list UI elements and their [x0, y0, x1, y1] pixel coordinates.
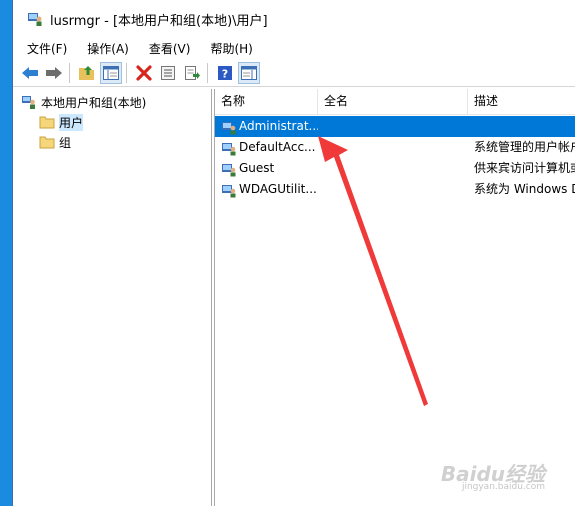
- column-header-description[interactable]: 描述: [468, 89, 575, 114]
- menu-file[interactable]: 文件(F): [25, 39, 69, 58]
- watermark-url: jingyan.baidu.com: [461, 482, 545, 492]
- user-account-icon: [222, 184, 236, 197]
- description-cell: 系统管理的用户帐户: [474, 140, 575, 154]
- delete-icon: [136, 64, 152, 81]
- toolbar: ?: [13, 59, 575, 87]
- tree-item-users-label: 用户: [59, 113, 84, 131]
- forward-button[interactable]: [43, 62, 65, 84]
- window-title: lusrmgr - [本地用户和组(本地)\用户]: [50, 13, 268, 29]
- list-header: 名称 全名 描述: [215, 89, 575, 115]
- user-row-wdagutilityaccount[interactable]: WDAGUtilit... 系统为 Windows Def: [215, 179, 575, 200]
- baidu-watermark: Baidu经验 jingyan.baidu.com: [425, 458, 545, 496]
- export-icon: [185, 65, 200, 80]
- user-name: Administrat...: [239, 119, 318, 133]
- description-cell: 系统为 Windows Def: [474, 182, 575, 196]
- name-cell: DefaultAcc...: [215, 137, 318, 158]
- svg-text:?: ?: [222, 67, 228, 80]
- folder-icon: [39, 116, 55, 129]
- show-action-pane-icon: [241, 65, 257, 80]
- column-header-name[interactable]: 名称: [215, 89, 318, 114]
- up-folder-icon: [79, 65, 94, 80]
- show-hide-action-pane-button[interactable]: [238, 61, 260, 84]
- user-account-icon: [222, 142, 236, 155]
- user-row-administrator[interactable]: Administrat...: [215, 116, 575, 137]
- local-users-groups-icon: [22, 96, 35, 109]
- toolbar-separator: [126, 62, 127, 83]
- menu-bar: 文件(F) 操作(A) 查看(V) 帮助(H): [13, 38, 575, 59]
- export-list-button[interactable]: [181, 62, 203, 84]
- name-cell: Administrat...: [215, 116, 318, 137]
- help-icon: ?: [218, 65, 232, 80]
- lusrmgr-window: lusrmgr - [本地用户和组(本地)\用户] 文件(F) 操作(A) 查看…: [12, 0, 575, 506]
- toolbar-separator: [69, 62, 70, 83]
- menu-action[interactable]: 操作(A): [85, 39, 131, 58]
- user-list-pane: 名称 全名 描述 Administrat... DefaultAcc... 系统…: [214, 89, 575, 506]
- name-cell: WDAGUtilit...: [215, 179, 318, 200]
- menu-help[interactable]: 帮助(H): [208, 39, 254, 58]
- tree-item-groups-label: 组: [59, 135, 72, 150]
- user-account-icon: [222, 163, 236, 176]
- user-name: DefaultAcc...: [239, 140, 316, 154]
- help-button[interactable]: ?: [214, 62, 236, 84]
- properties-button[interactable]: [157, 62, 179, 84]
- user-row-defaultaccount[interactable]: DefaultAcc... 系统管理的用户帐户: [215, 137, 575, 158]
- user-name: WDAGUtilit...: [239, 182, 317, 196]
- show-hide-tree-button[interactable]: [100, 61, 122, 84]
- fullname-cell: [324, 158, 468, 179]
- show-tree-icon: [103, 65, 119, 80]
- user-account-icon: [222, 121, 236, 134]
- lusrmgr-app-icon: [28, 13, 42, 26]
- folder-icon: [39, 136, 55, 149]
- tree-item-users[interactable]: 用户: [39, 112, 84, 132]
- tree-root-label: 本地用户和组(本地): [41, 95, 147, 110]
- delete-button[interactable]: [133, 62, 155, 84]
- tree-item-groups[interactable]: 组: [39, 132, 71, 152]
- fullname-cell: [324, 116, 468, 137]
- column-header-fullname[interactable]: 全名: [318, 89, 468, 114]
- description-cell: 供来宾访问计算机或: [474, 161, 575, 175]
- toolbar-separator: [207, 62, 208, 83]
- user-row-guest[interactable]: Guest 供来宾访问计算机或: [215, 158, 575, 179]
- properties-icon: [161, 65, 175, 80]
- back-arrow-icon: [22, 66, 38, 79]
- up-level-button[interactable]: [76, 62, 98, 84]
- user-name: Guest: [239, 161, 275, 175]
- back-button[interactable]: [19, 62, 41, 84]
- description-cell: [474, 116, 575, 137]
- name-cell: Guest: [215, 158, 318, 179]
- tree-root-local-users-groups[interactable]: 本地用户和组(本地): [21, 92, 146, 112]
- forward-arrow-icon: [46, 66, 62, 79]
- fullname-cell: [324, 137, 468, 158]
- console-tree-pane: 本地用户和组(本地) 用户 组: [13, 89, 212, 506]
- title-bar[interactable]: lusrmgr - [本地用户和组(本地)\用户]: [13, 0, 575, 38]
- menu-view[interactable]: 查看(V): [147, 39, 193, 58]
- fullname-cell: [324, 179, 468, 200]
